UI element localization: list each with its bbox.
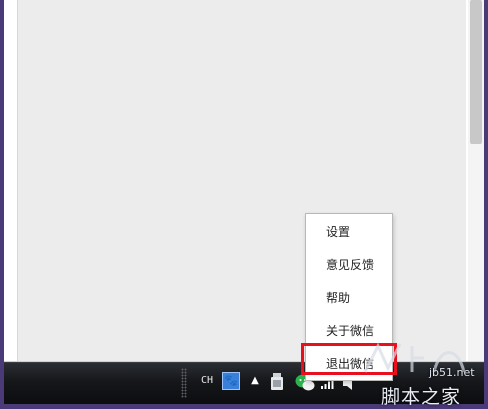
- menu-item-help[interactable]: 帮助: [306, 283, 392, 313]
- menu-item-settings[interactable]: 设置: [306, 217, 392, 247]
- menu-item-feedback[interactable]: 意见反馈: [306, 250, 392, 280]
- scrollbar-thumb[interactable]: [470, 0, 482, 144]
- language-indicator[interactable]: CH: [201, 372, 221, 390]
- device-icon[interactable]: [270, 372, 284, 392]
- show-hidden-icons-arrow[interactable]: ▲: [249, 373, 261, 389]
- taskbar-grip[interactable]: [181, 368, 187, 398]
- paw-icon[interactable]: 🐾: [222, 372, 240, 390]
- window-content-area: [17, 0, 466, 362]
- watermark-site: jb51.net: [429, 366, 475, 379]
- watermark-name: 脚本之家: [381, 386, 462, 408]
